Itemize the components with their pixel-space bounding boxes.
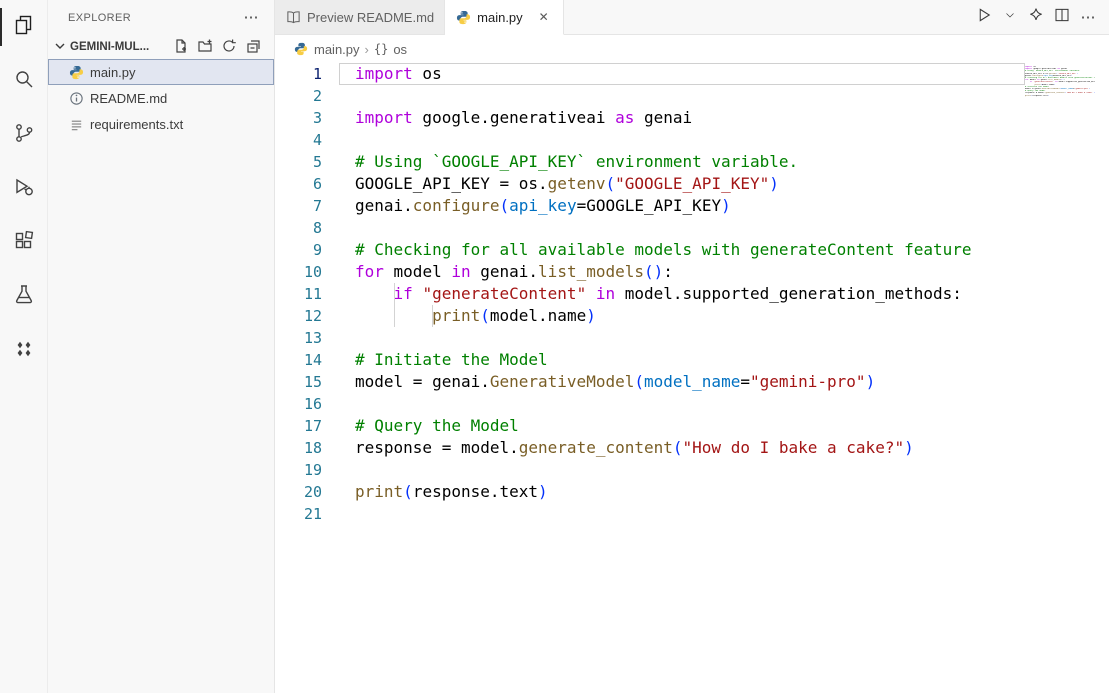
code-line[interactable]: 9# Checking for all available models wit…	[275, 239, 1025, 261]
sparkle-icon	[1027, 6, 1045, 29]
tab-label: main.py	[477, 10, 523, 25]
code-line[interactable]: 7genai.configure(api_key=GOOGLE_API_KEY)	[275, 195, 1025, 217]
chevron-down-icon	[52, 38, 68, 57]
file-row-main-py[interactable]: main.py	[48, 59, 274, 85]
sidebar-explorer: EXPLORER ⋯ GEMINI-MUL... main	[48, 0, 275, 693]
text-file-icon	[68, 116, 84, 132]
explorer-section-actions	[170, 36, 264, 58]
run-button[interactable]	[973, 6, 995, 28]
activity-bar	[0, 0, 48, 693]
extensions-icon	[12, 229, 36, 258]
code-line[interactable]: 10for model in genai.list_models():	[275, 261, 1025, 283]
collapse-all-icon	[245, 38, 261, 57]
editor-group: Preview README.md main.py ✕ ⋯	[275, 0, 1109, 693]
vscode-window: EXPLORER ⋯ GEMINI-MUL... main	[0, 0, 1109, 693]
code-line[interactable]: 20print(response.text)	[275, 481, 1025, 503]
code-line[interactable]: 12 print(model.name)	[275, 305, 1025, 327]
files-icon	[12, 13, 36, 42]
code-line[interactable]: 13	[275, 327, 1025, 349]
refresh-icon	[221, 38, 237, 57]
tab-label: Preview README.md	[307, 10, 434, 25]
code-line[interactable]: 18response = model.generate_content("How…	[275, 437, 1025, 459]
activity-testing[interactable]	[0, 270, 48, 324]
workspace-folder-name: GEMINI-MUL...	[70, 41, 170, 53]
refresh-button[interactable]	[218, 36, 240, 58]
ellipsis-icon: ⋯	[244, 10, 259, 25]
markdown-preview-icon	[285, 9, 301, 25]
breadcrumb: main.py › {} os	[275, 35, 1109, 63]
code-line[interactable]: 16	[275, 393, 1025, 415]
testing-icon	[12, 283, 36, 312]
more-actions-button[interactable]: ⋯	[1077, 6, 1099, 28]
activity-source-control[interactable]	[0, 108, 48, 162]
sidebar-title-row: EXPLORER ⋯	[48, 0, 274, 35]
activity-extensions[interactable]	[0, 216, 48, 270]
info-icon	[68, 90, 84, 106]
editor-actions: ⋯	[973, 0, 1109, 34]
run-debug-icon	[12, 175, 36, 204]
play-icon	[975, 6, 993, 29]
tab-preview-readme[interactable]: Preview README.md	[275, 0, 445, 34]
sidebar-title: EXPLORER	[68, 12, 240, 24]
file-name: requirements.txt	[90, 117, 183, 132]
file-row-readme-md[interactable]: README.md	[48, 85, 274, 111]
chevron-down-icon	[1004, 8, 1016, 26]
code-lines: 1import os23import google.generativeai a…	[275, 63, 1025, 525]
activity-gemini[interactable]	[0, 324, 48, 378]
code-line[interactable]: 5# Using `GOOGLE_API_KEY` environment va…	[275, 151, 1025, 173]
code-line[interactable]: 15model = genai.GenerativeModel(model_na…	[275, 371, 1025, 393]
close-icon[interactable]: ✕	[535, 8, 553, 26]
source-control-icon	[12, 121, 36, 150]
code-line[interactable]: 3import google.generativeai as genai	[275, 107, 1025, 129]
symbol-namespace-icon: {}	[374, 42, 388, 56]
explorer-section-header[interactable]: GEMINI-MUL...	[48, 35, 274, 59]
file-name: main.py	[90, 65, 136, 80]
breadcrumb-file[interactable]: main.py	[314, 42, 360, 57]
python-icon	[68, 64, 84, 80]
activity-search[interactable]	[0, 54, 48, 108]
file-name: README.md	[90, 91, 167, 106]
minimap[interactable]: import osimport google.generativeai as g…	[1025, 66, 1095, 97]
new-file-button[interactable]	[170, 36, 192, 58]
ellipsis-icon: ⋯	[1081, 10, 1096, 25]
gemini-sparkle-icon	[12, 337, 36, 366]
breadcrumb-separator: ›	[365, 42, 369, 57]
code-line[interactable]: 14# Initiate the Model	[275, 349, 1025, 371]
tab-strip-empty-space	[564, 0, 973, 34]
breadcrumb-symbol[interactable]: os	[393, 42, 407, 57]
activity-run-debug[interactable]	[0, 162, 48, 216]
minimap-content: import osimport google.generativeai as g…	[1025, 66, 1095, 97]
new-file-icon	[173, 38, 189, 57]
collapse-all-button[interactable]	[242, 36, 264, 58]
code-editor[interactable]: 1import os23import google.generativeai a…	[275, 63, 1109, 693]
code-line[interactable]: 17# Query the Model	[275, 415, 1025, 437]
code-line[interactable]: 11 if "generateContent" in model.support…	[275, 283, 1025, 305]
new-folder-icon	[197, 38, 213, 57]
code-line[interactable]: 6GOOGLE_API_KEY = os.getenv("GOOGLE_API_…	[275, 173, 1025, 195]
code-line[interactable]: 2	[275, 85, 1025, 107]
split-editor-icon	[1053, 6, 1071, 29]
explorer-more-actions-button[interactable]: ⋯	[240, 7, 262, 29]
tab-main-py[interactable]: main.py ✕	[445, 0, 564, 35]
code-line[interactable]: 8	[275, 217, 1025, 239]
activity-explorer[interactable]	[0, 0, 48, 54]
code-line[interactable]: 19	[275, 459, 1025, 481]
file-list: main.py README.md requirements.txt	[48, 59, 274, 137]
new-folder-button[interactable]	[194, 36, 216, 58]
tab-bar: Preview README.md main.py ✕ ⋯	[275, 0, 1109, 35]
code-line[interactable]: 4	[275, 129, 1025, 151]
run-dropdown-button[interactable]	[999, 6, 1021, 28]
gemini-sparkle-button[interactable]	[1025, 6, 1047, 28]
code-line[interactable]: 1import os	[275, 63, 1025, 85]
split-editor-button[interactable]	[1051, 6, 1073, 28]
python-icon	[293, 41, 309, 57]
file-row-requirements-txt[interactable]: requirements.txt	[48, 111, 274, 137]
code-line[interactable]: 21	[275, 503, 1025, 525]
search-icon	[12, 67, 36, 96]
python-icon	[455, 9, 471, 25]
